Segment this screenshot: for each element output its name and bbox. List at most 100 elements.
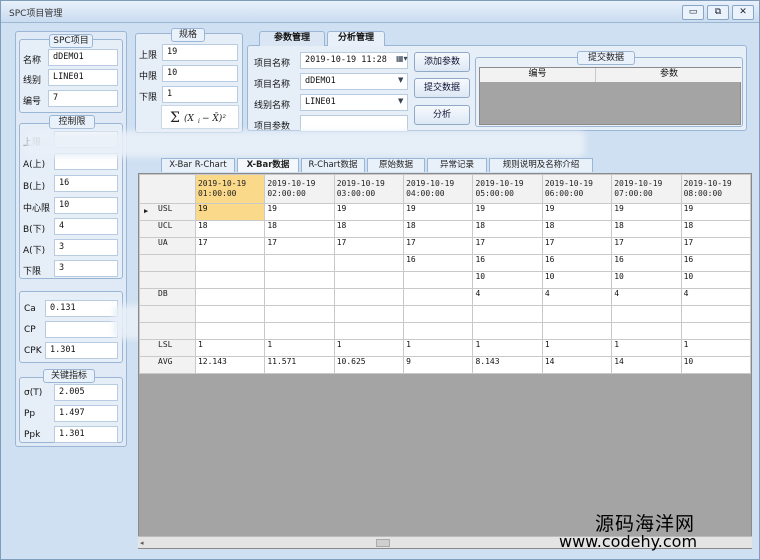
row-header[interactable] [139, 254, 196, 272]
grid-cell[interactable] [403, 271, 474, 289]
column-header[interactable]: 2019-10-19 02:00:00 [264, 174, 335, 204]
pp-field[interactable]: 1.497 [54, 405, 118, 422]
grid-cell[interactable]: 17 [333, 237, 405, 255]
grid-cell[interactable]: 8.143 [472, 356, 543, 374]
a-lower-field[interactable]: 3 [54, 239, 118, 256]
grid-cell[interactable]: 1 [680, 339, 751, 357]
tab-exception-records[interactable]: 异常记录 [427, 158, 487, 172]
grid-cell[interactable]: 18 [264, 220, 335, 238]
grid-cell[interactable]: 4 [541, 288, 613, 306]
project-name-field[interactable]: dDEMO1 [48, 49, 118, 66]
scrollbar-thumb[interactable] [376, 539, 390, 547]
grid-cell[interactable]: 19 [680, 203, 751, 221]
table-row[interactable]: AVG 12.143 11.571 10.625 9 8.143 14 14 10 [139, 356, 751, 374]
grid-cell[interactable] [403, 322, 474, 340]
column-header-code[interactable]: 编号 [480, 68, 596, 82]
grid-cell[interactable]: 17 [403, 237, 474, 255]
cpk-field[interactable]: 1.301 [45, 342, 118, 359]
grid-cell[interactable]: 18 [611, 220, 682, 238]
b-upper-field[interactable]: 16 [54, 175, 118, 192]
grid-cell[interactable] [541, 322, 613, 340]
grid-cell[interactable]: 10.625 [333, 356, 405, 374]
grid-cell[interactable]: 1 [333, 339, 405, 357]
grid-cell[interactable]: 1 [264, 339, 335, 357]
project-date-picker[interactable]: 2019-10-19 11:28 [300, 52, 408, 69]
submit-data-button[interactable]: 提交数据 [414, 78, 470, 98]
tab-raw-data[interactable]: 原始数据 [367, 158, 425, 172]
grid-cell[interactable]: 18 [680, 220, 751, 238]
tab-analysis-management[interactable]: 分析管理 [327, 31, 385, 46]
grid-cell[interactable]: 1 [541, 339, 613, 357]
grid-cell[interactable]: 19 [333, 203, 405, 221]
tab-param-management[interactable]: 参数管理 [259, 31, 325, 46]
column-header[interactable]: 2019-10-19 06:00:00 [541, 174, 613, 204]
tab-xbar-rchart[interactable]: X-Bar R-Chart [161, 158, 235, 172]
minimize-button[interactable]: ▭ [682, 5, 704, 20]
grid-cell[interactable]: 17 [611, 237, 682, 255]
grid-cell[interactable] [264, 288, 335, 306]
table-row[interactable] [139, 305, 751, 323]
restore-button[interactable]: ⧉ [707, 5, 729, 20]
grid-cell[interactable] [194, 305, 266, 323]
center-limit-field[interactable]: 10 [54, 197, 118, 214]
ppk-field[interactable]: 1.301 [54, 426, 118, 443]
b-lower-field[interactable]: 4 [54, 218, 118, 235]
table-row[interactable]: ▶ USL 19 19 19 19 19 19 19 19 [139, 203, 751, 221]
column-header[interactable]: 2019-10-19 03:00:00 [333, 174, 405, 204]
grid-cell[interactable]: 17 [541, 237, 613, 255]
ca-field[interactable]: 0.131 [45, 300, 118, 317]
grid-cell[interactable]: 10 [680, 271, 751, 289]
column-header[interactable]: 2019-10-19 05:00:00 [472, 174, 543, 204]
grid-cell[interactable]: 16 [680, 254, 751, 272]
row-header[interactable]: UCL [139, 220, 196, 238]
grid-cell[interactable] [472, 322, 543, 340]
grid-cell[interactable]: 17 [472, 237, 543, 255]
grid-cell[interactable] [403, 305, 474, 323]
grid-cell[interactable]: 18 [194, 220, 266, 238]
grid-cell[interactable]: 18 [333, 220, 405, 238]
grid-cell[interactable] [333, 288, 405, 306]
grid-cell[interactable]: 14 [541, 356, 613, 374]
close-button[interactable]: ✕ [732, 5, 754, 20]
row-header[interactable]: UA [139, 237, 196, 255]
grid-cell[interactable]: 10 [611, 271, 682, 289]
grid-cell[interactable] [264, 305, 335, 323]
row-header[interactable]: LSL [139, 339, 196, 357]
grid-cell[interactable]: 19 [472, 203, 543, 221]
grid-cell[interactable] [472, 305, 543, 323]
grid-cell[interactable] [541, 305, 613, 323]
grid-cell[interactable]: 1 [472, 339, 543, 357]
grid-cell[interactable]: 16 [403, 254, 474, 272]
sigma-field[interactable]: 2.005 [54, 384, 118, 401]
row-header[interactable] [139, 305, 196, 323]
grid-cell[interactable]: 19 [541, 203, 613, 221]
grid-cell[interactable] [680, 322, 751, 340]
table-row[interactable]: UA 17 17 17 17 17 17 17 17 [139, 237, 751, 255]
line-field[interactable]: LINE01 [48, 69, 118, 86]
grid-cell[interactable]: 19 [611, 203, 682, 221]
column-header-param[interactable]: 参数 [596, 68, 742, 82]
grid-cell[interactable] [333, 322, 405, 340]
grid-cell[interactable] [194, 322, 266, 340]
grid-cell[interactable]: 4 [680, 288, 751, 306]
add-param-button[interactable]: 添加参数 [414, 52, 470, 72]
grid-cell[interactable]: 18 [472, 220, 543, 238]
grid-cell[interactable]: 1 [403, 339, 474, 357]
tab-xbar-data[interactable]: X-Bar数据 [237, 158, 299, 172]
item-param-field[interactable] [300, 115, 408, 132]
grid-cell[interactable] [611, 305, 682, 323]
cp-field[interactable] [45, 321, 118, 338]
grid-cell[interactable] [611, 322, 682, 340]
grid-cell[interactable] [194, 288, 266, 306]
row-header[interactable]: ▶ USL [139, 203, 196, 221]
grid-cell[interactable]: 17 [194, 237, 266, 255]
row-header[interactable]: DB [139, 288, 196, 306]
table-row[interactable]: DB 4 4 4 4 [139, 288, 751, 306]
lower-limit-field[interactable]: 3 [54, 260, 118, 277]
grid-cell[interactable]: 19 [264, 203, 335, 221]
grid-cell[interactable]: 10 [472, 271, 543, 289]
row-header[interactable] [139, 271, 196, 289]
scroll-left-icon[interactable]: ◂ [140, 539, 144, 547]
grid-cell[interactable] [194, 271, 266, 289]
table-row[interactable] [139, 322, 751, 340]
